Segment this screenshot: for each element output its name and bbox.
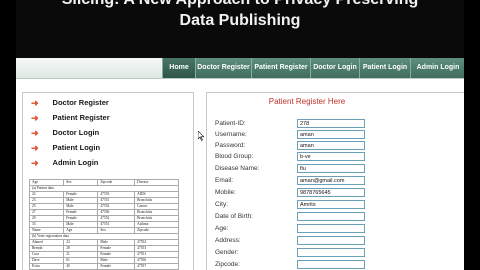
username-input[interactable]: aman	[297, 130, 365, 139]
zipcode-input[interactable]	[297, 260, 365, 269]
address-input[interactable]	[297, 236, 365, 245]
email-label: Email:	[215, 177, 234, 184]
table-cell: 40	[63, 263, 99, 270]
dob-input[interactable]	[297, 212, 365, 221]
age-input[interactable]	[297, 224, 365, 233]
gender-input[interactable]	[297, 248, 365, 257]
sidebar-item-admin-login[interactable]: ➜ Admin Login	[31, 157, 98, 169]
disease-name-input[interactable]: flu	[297, 164, 365, 173]
username-label: Username:	[215, 131, 247, 138]
nav-patient-login[interactable]: Patient Login	[359, 58, 410, 78]
sidebar: ➜ Doctor Register ➜ Patient Register ➜ Doct…	[22, 92, 194, 270]
arrow-right-icon: ➜	[31, 143, 39, 153]
nav-doctor-register[interactable]: Doctor Register	[195, 58, 251, 78]
form-title: Patient Register Here	[268, 97, 346, 106]
sample-data-tables: Age Sex Zipcode Disease (a) Patient data…	[28, 179, 179, 270]
register-form-panel: Patient Register Here Patient-ID: 278 Us…	[206, 92, 464, 270]
header-banner: Slicing: A New Approach to Privacy Prese…	[16, 0, 464, 58]
sidebar-item-label: Doctor Login	[52, 128, 100, 137]
arrow-right-icon: ➜	[31, 128, 39, 138]
mouse-pointer-icon	[198, 131, 204, 141]
mobile-input[interactable]: 9878765645	[297, 188, 365, 197]
table-cell: 47557	[134, 263, 179, 270]
password-label: Password:	[215, 142, 246, 149]
sidebar-item-patient-login[interactable]: ➜ Patient Login	[31, 142, 100, 154]
patient-id-label: Patient-ID:	[215, 120, 246, 127]
nav-doctor-login[interactable]: Doctor Login	[310, 58, 359, 78]
nav-patient-register[interactable]: Patient Register	[251, 58, 310, 78]
zipcode-label: Zipcode:	[215, 261, 240, 268]
mobile-label: Mobile:	[215, 189, 236, 196]
site-title-line2: Data Publishing	[179, 12, 301, 29]
city-label: City:	[215, 201, 228, 208]
sidebar-item-label: Patient Login	[52, 143, 101, 152]
sidebar-item-doctor-login[interactable]: ➜ Doctor Login	[31, 127, 99, 139]
sidebar-item-label: Doctor Register	[52, 98, 109, 107]
table-cell: Evita	[28, 263, 65, 270]
table-row: Evita 40 Female 47557	[28, 263, 179, 270]
arrow-right-icon: ➜	[31, 113, 39, 123]
patient-data-table: Age Sex Zipcode Disease (a) Patient data…	[28, 179, 179, 270]
blood-group-input[interactable]: b-ve	[297, 152, 365, 161]
sidebar-item-label: Admin Login	[52, 158, 99, 167]
screen-frame: Slicing: A New Approach to Privacy Prese…	[0, 0, 480, 270]
nav-home[interactable]: Home	[162, 58, 195, 78]
sidebar-item-doctor-register[interactable]: ➜ Doctor Register	[31, 97, 109, 109]
email-input[interactable]: aman@gmail.com	[297, 176, 365, 185]
gender-label: Gender:	[215, 249, 239, 256]
arrow-right-icon: ➜	[31, 98, 39, 108]
table-cell: Female	[97, 263, 136, 270]
site-title-line1: Slicing: A New Approach to Privacy Prese…	[16, 0, 464, 9]
city-input[interactable]: Amrits	[297, 200, 365, 209]
blood-group-label: Blood Group:	[215, 153, 254, 160]
disease-name-label: Disease Name:	[215, 165, 260, 172]
nav-admin-login[interactable]: Admin Login	[410, 58, 464, 78]
address-label: Address:	[215, 237, 241, 244]
sidebar-item-label: Patient Register	[52, 113, 110, 122]
patient-id-input[interactable]: 278	[297, 119, 365, 128]
dob-label: Date of Birth:	[215, 213, 253, 220]
arrow-right-icon: ➜	[31, 158, 39, 168]
top-nav: Home Doctor Register Patient Register Do…	[16, 58, 464, 79]
age-label: Age:	[215, 225, 229, 232]
password-input[interactable]: aman	[297, 141, 365, 150]
web-page: Slicing: A New Approach to Privacy Prese…	[16, 0, 464, 270]
sidebar-item-patient-register[interactable]: ➜ Patient Register	[31, 112, 110, 124]
